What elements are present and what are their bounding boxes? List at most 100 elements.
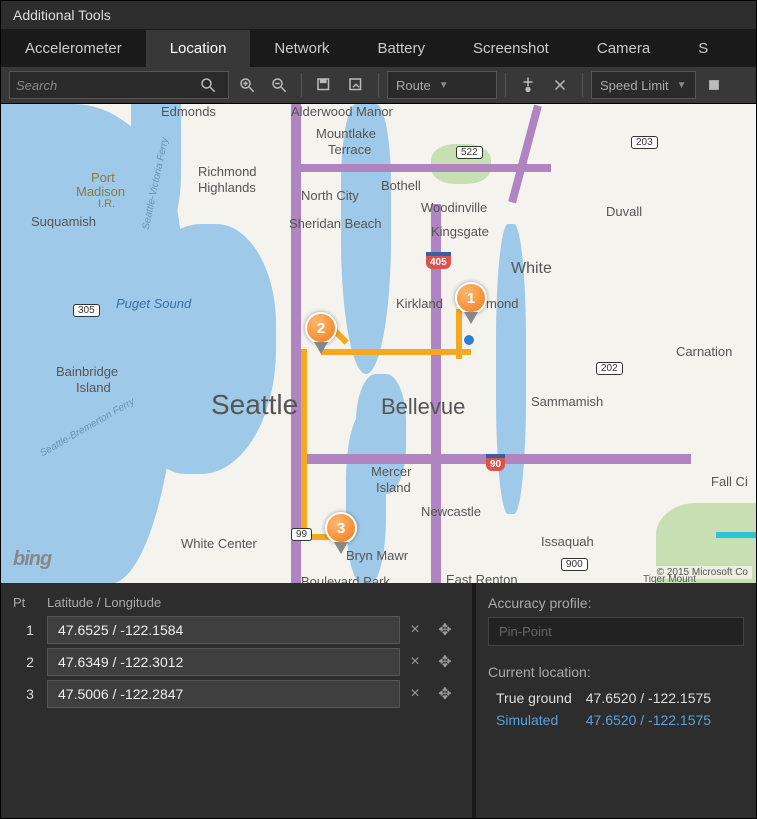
app-root: Additional Tools Accelerometer Location … bbox=[0, 0, 757, 819]
current-location-dot bbox=[463, 334, 475, 346]
load-points-icon[interactable] bbox=[342, 71, 370, 99]
accuracy-panel: Accuracy profile: Pin-Point Current loca… bbox=[476, 583, 756, 818]
simulated-value: 47.6520 / -122.1575 bbox=[580, 710, 717, 730]
speed-limit-dropdown[interactable]: Speed Limit ▼ bbox=[591, 71, 696, 99]
tab-bar: Accelerometer Location Network Battery S… bbox=[1, 30, 756, 67]
separator bbox=[378, 73, 379, 97]
label-portmadison3: I.R. bbox=[98, 198, 115, 210]
point-row: 2 47.6349 / -122.3012 × ✥ bbox=[13, 648, 460, 676]
delete-point-icon[interactable]: × bbox=[400, 616, 430, 644]
point-number: 1 bbox=[13, 622, 47, 638]
accuracy-label: Accuracy profile: bbox=[488, 595, 744, 611]
separator bbox=[301, 73, 302, 97]
delete-point-icon[interactable]: × bbox=[400, 648, 430, 676]
label-seattle: Seattle bbox=[211, 389, 298, 421]
label-bothell: Bothell bbox=[381, 178, 421, 193]
shield-90: 90 bbox=[486, 454, 505, 471]
label-bainbridge: Bainbridge bbox=[56, 364, 118, 379]
label-portmadison2: Madison bbox=[76, 184, 125, 199]
shield-405: 405 bbox=[426, 252, 451, 269]
route-dropdown[interactable]: Route ▼ bbox=[387, 71, 497, 99]
hwy-900: 900 bbox=[561, 558, 588, 571]
label-suquamish: Suquamish bbox=[31, 214, 96, 229]
label-woodinville: Woodinville bbox=[421, 200, 487, 215]
tab-accelerometer[interactable]: Accelerometer bbox=[1, 30, 146, 67]
point-value[interactable]: 47.6525 / -122.1584 bbox=[47, 616, 400, 644]
label-carnation: Carnation bbox=[676, 344, 732, 359]
window-title: Additional Tools bbox=[1, 1, 756, 30]
play-icon[interactable] bbox=[700, 71, 728, 99]
hwy-203: 203 bbox=[631, 136, 658, 149]
pin-number: 3 bbox=[325, 512, 357, 544]
map-canvas[interactable]: Seattle Bellevue Edmonds Alderwood Manor… bbox=[1, 103, 756, 583]
label-kirkland: Kirkland bbox=[396, 296, 443, 311]
search-icon[interactable] bbox=[194, 71, 222, 99]
move-point-icon[interactable]: ✥ bbox=[430, 680, 460, 708]
tab-network[interactable]: Network bbox=[250, 30, 353, 67]
zoom-out-icon[interactable] bbox=[265, 71, 293, 99]
label-island2: Island bbox=[376, 480, 411, 495]
location-table: True ground 47.6520 / -122.1575 Simulate… bbox=[488, 686, 719, 732]
scale-bar bbox=[716, 532, 756, 538]
points-panel: Pt Latitude / Longitude 1 47.6525 / -122… bbox=[1, 583, 476, 818]
chevron-down-icon: ▼ bbox=[677, 80, 687, 91]
simulated-label: Simulated bbox=[490, 710, 578, 730]
label-bellevue: Bellevue bbox=[381, 394, 465, 420]
hwy-305: 305 bbox=[73, 304, 100, 317]
label-whitecenter: White Center bbox=[181, 536, 257, 551]
label-fallcity: Fall Ci bbox=[711, 474, 748, 489]
label-white: White bbox=[511, 260, 552, 278]
search-input[interactable] bbox=[16, 78, 194, 93]
label-issaquah: Issaquah bbox=[541, 534, 594, 549]
label-mercer: Mercer bbox=[371, 464, 411, 479]
remove-pin-icon[interactable] bbox=[546, 71, 574, 99]
bottom-panels: Pt Latitude / Longitude 1 47.6525 / -122… bbox=[1, 583, 756, 818]
tab-screenshot[interactable]: Screenshot bbox=[449, 30, 573, 67]
point-number: 3 bbox=[13, 686, 47, 702]
hwy-202: 202 bbox=[596, 362, 623, 375]
speed-limit-label: Speed Limit bbox=[600, 78, 669, 93]
point-row: 3 47.5006 / -122.2847 × ✥ bbox=[13, 680, 460, 708]
label-northcity: North City bbox=[301, 188, 359, 203]
tab-battery[interactable]: Battery bbox=[353, 30, 449, 67]
add-pin-icon[interactable] bbox=[514, 71, 542, 99]
label-terrace: Terrace bbox=[328, 142, 371, 157]
true-ground-label: True ground bbox=[490, 688, 578, 708]
point-row: 1 47.6525 / -122.1584 × ✥ bbox=[13, 616, 460, 644]
label-boulevard: Boulevard Park bbox=[301, 574, 390, 583]
pin-number: 2 bbox=[305, 312, 337, 344]
label-redmond: mond bbox=[486, 296, 519, 311]
move-point-icon[interactable]: ✥ bbox=[430, 616, 460, 644]
pin-number: 1 bbox=[455, 282, 487, 314]
separator bbox=[582, 73, 583, 97]
tab-camera[interactable]: Camera bbox=[573, 30, 674, 67]
delete-point-icon[interactable]: × bbox=[400, 680, 430, 708]
search-wrap bbox=[9, 71, 229, 99]
toolbar: Route ▼ Speed Limit ▼ bbox=[1, 67, 756, 103]
zoom-in-icon[interactable] bbox=[233, 71, 261, 99]
map-pin-3[interactable]: 3 bbox=[325, 512, 357, 554]
point-number: 2 bbox=[13, 654, 47, 670]
bing-logo: bing bbox=[13, 548, 51, 571]
map-pin-2[interactable]: 2 bbox=[305, 312, 337, 354]
true-ground-value: 47.6520 / -122.1575 bbox=[580, 688, 717, 708]
col-latlon: Latitude / Longitude bbox=[47, 595, 161, 610]
label-edmonds: Edmonds bbox=[161, 104, 216, 119]
point-value[interactable]: 47.5006 / -122.2847 bbox=[47, 680, 400, 708]
label-sammamish: Sammamish bbox=[531, 394, 603, 409]
point-value[interactable]: 47.6349 / -122.3012 bbox=[47, 648, 400, 676]
hwy-522: 522 bbox=[456, 146, 483, 159]
label-sheridan: Sheridan Beach bbox=[289, 216, 382, 231]
hwy-99: 99 bbox=[291, 528, 312, 541]
save-points-icon[interactable] bbox=[310, 71, 338, 99]
label-pugetsound: Puget Sound bbox=[116, 296, 191, 311]
label-eastrenton: East Renton bbox=[446, 572, 518, 583]
move-point-icon[interactable]: ✥ bbox=[430, 648, 460, 676]
map-pin-1[interactable]: 1 bbox=[455, 282, 487, 324]
route-label: Route bbox=[396, 78, 431, 93]
tab-more[interactable]: S bbox=[674, 30, 732, 67]
label-highlands: Highlands bbox=[198, 180, 256, 195]
accuracy-dropdown[interactable]: Pin-Point bbox=[488, 617, 744, 646]
tab-location[interactable]: Location bbox=[146, 30, 251, 67]
label-island: Island bbox=[76, 380, 111, 395]
